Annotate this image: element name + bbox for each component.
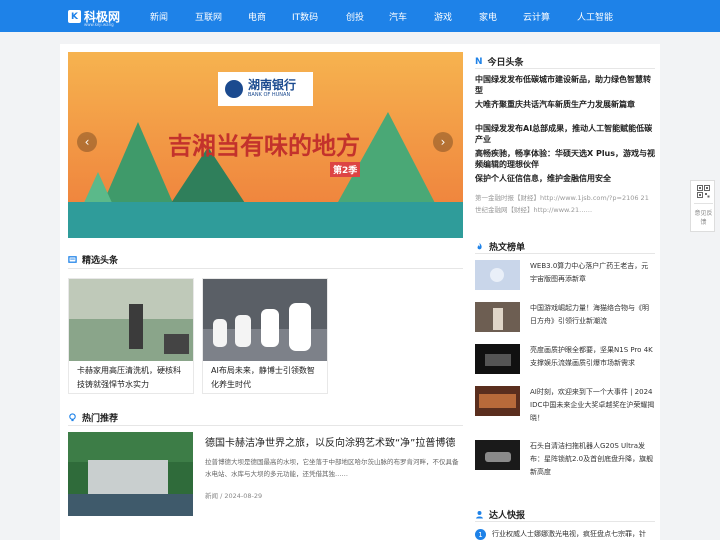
hot-article-image[interactable]: [68, 432, 193, 516]
hero-slider[interactable]: 湖南银行 BANK OF HUNAN 吉湘当有味的地方 第2季: [68, 52, 463, 238]
slider-next-button[interactable]: ›: [433, 132, 453, 152]
n-icon: N: [475, 56, 483, 67]
hotlist-section-title: 热文榜单: [475, 240, 525, 253]
hotlist-item-image[interactable]: [475, 440, 520, 470]
site-logo[interactable]: K 科极网 www.keji.wang: [68, 8, 120, 27]
nav-item-news[interactable]: 新闻: [150, 10, 168, 23]
feedback-button[interactable]: 意见反馈: [694, 209, 713, 227]
hotlist-item[interactable]: 中国游戏崛起力量！海猫络合物与《明日方舟》引领行业新潮流: [530, 302, 655, 328]
user-icon: [476, 510, 483, 519]
season-badge: 第2季: [330, 162, 361, 177]
chevron-left-icon: ‹: [84, 135, 90, 149]
qr-code-icon[interactable]: [697, 185, 710, 198]
toolbar-divider: [694, 203, 713, 204]
featured-card-caption: AI布局未来，静博士引领数智化养生时代: [211, 366, 315, 389]
bank-name-en: BANK OF HUNAN: [248, 92, 291, 98]
today-item[interactable]: 保护个人征信信息，维护金融信用安全: [475, 173, 655, 184]
hotlist-item-image[interactable]: [475, 302, 520, 332]
today-item[interactable]: 大唯齐聚重庆共话汽车新质生产力发展新篇章: [475, 99, 655, 110]
nav-item-venture[interactable]: 创投: [346, 10, 364, 23]
hotlist-item[interactable]: 石头自清洁扫拖机器人G20S Ultra发布：星阵锁航2.0及首创底盘升降，旗舰…: [530, 440, 655, 479]
featured-section-title: 精选头条: [68, 253, 118, 266]
logo-subtext: www.keji.wang: [84, 22, 114, 27]
hotlist-item[interactable]: 亮度画质护眼全都要，坚果N1S Pro 4K支撑娱乐流媒画质引爆市场新需求: [530, 344, 655, 370]
logo-mark: K: [68, 10, 81, 23]
show-title: 吉湘当有味的地方: [168, 132, 360, 160]
experts-section-title: 达人快报: [475, 508, 525, 521]
section-divider: [475, 68, 655, 69]
nav-item-cloud[interactable]: 云计算: [523, 10, 550, 23]
hot-article-title[interactable]: 德国卡赫洁净世界之旅，以反向涂鸦艺术致“净”拉普博德: [205, 434, 460, 449]
top-nav-bar: K 科极网 www.keji.wang 新闻 互联网 电商 IT数码 创投 汽车…: [0, 0, 720, 32]
featured-card[interactable]: AI布局未来，静博士引领数智化养生时代: [202, 278, 328, 394]
featured-card-caption: 卡赫家用高压清洗机，硬核科技铸就强悍节水实力: [77, 366, 181, 389]
hotlist-item-image[interactable]: [475, 260, 520, 290]
lightbulb-icon: [69, 413, 76, 422]
today-item[interactable]: 中国绿发发布低碳城市建设新品，助力绿色智慧转型: [475, 74, 655, 96]
hotlist-item-image[interactable]: [475, 344, 520, 374]
section-divider: [475, 521, 655, 522]
featured-card-image: [69, 279, 193, 361]
chevron-right-icon: ›: [440, 135, 446, 149]
today-title-text: 今日头条: [487, 58, 524, 68]
today-section-title: N 今日头条: [475, 55, 524, 69]
hot-article-meta: 新闻 / 2024-08-29: [205, 492, 263, 500]
section-divider: [475, 253, 655, 254]
hot-title-text: 热门推荐: [82, 414, 119, 424]
news-icon: [68, 256, 77, 263]
today-note: 第一金融时报【财经】http://www.1jsb.com/?p=2106 21…: [475, 194, 649, 214]
hotlist-title-text: 热文榜单: [489, 243, 526, 253]
today-item[interactable]: 中国绿发发布AI总部成果，推动人工智能赋能低碳产业: [475, 123, 655, 145]
featured-card-image: [203, 279, 327, 361]
rank-badge: 1: [475, 529, 486, 540]
nav-item-it-digital[interactable]: IT数码: [292, 10, 318, 23]
featured-title-text: 精选头条: [82, 256, 119, 266]
nav-item-appliances[interactable]: 家电: [479, 10, 497, 23]
hot-section-title: 热门推荐: [68, 411, 118, 424]
section-divider: [68, 268, 463, 269]
expert-item[interactable]: 行业权威人士娜娜激光电视，疯狂盘点七宗罪，针: [492, 529, 657, 539]
today-item[interactable]: 高畅疾驰，畅享体验：华硕天选X Plus，游戏与视频编辑的理想伙伴: [475, 148, 655, 170]
nav-item-games[interactable]: 游戏: [434, 10, 452, 23]
hotlist-item[interactable]: AI时刻，欢迎来到下一个大事件 | 2024 IDC中国未来企业大奖卓越奖在沪荣…: [530, 386, 655, 425]
hotlist-item-image[interactable]: [475, 386, 520, 416]
flame-icon: [477, 242, 482, 250]
nav-item-auto[interactable]: 汽车: [389, 10, 407, 23]
hot-article-desc: 拉普博德大坝是德国最高的水坝，它坐落于中部地区哈尔茨山脉的布罗肯河畔，不仅具备水…: [205, 458, 459, 478]
nav-item-ecommerce[interactable]: 电商: [248, 10, 266, 23]
slider-prev-button[interactable]: ‹: [77, 132, 97, 152]
experts-title-text: 达人快报: [489, 511, 526, 521]
bank-name: 湖南银行: [248, 78, 297, 92]
nav-item-ai[interactable]: 人工智能: [577, 10, 613, 23]
hotlist-item[interactable]: WEB3.0算力中心落户广药王老吉，元宇宙版图再添新章: [530, 260, 655, 286]
nav-item-internet[interactable]: 互联网: [195, 10, 222, 23]
featured-card[interactable]: 卡赫家用高压清洗机，硬核科技铸就强悍节水实力: [68, 278, 194, 394]
side-toolbar: 意见反馈: [690, 180, 715, 232]
section-divider: [68, 425, 463, 426]
